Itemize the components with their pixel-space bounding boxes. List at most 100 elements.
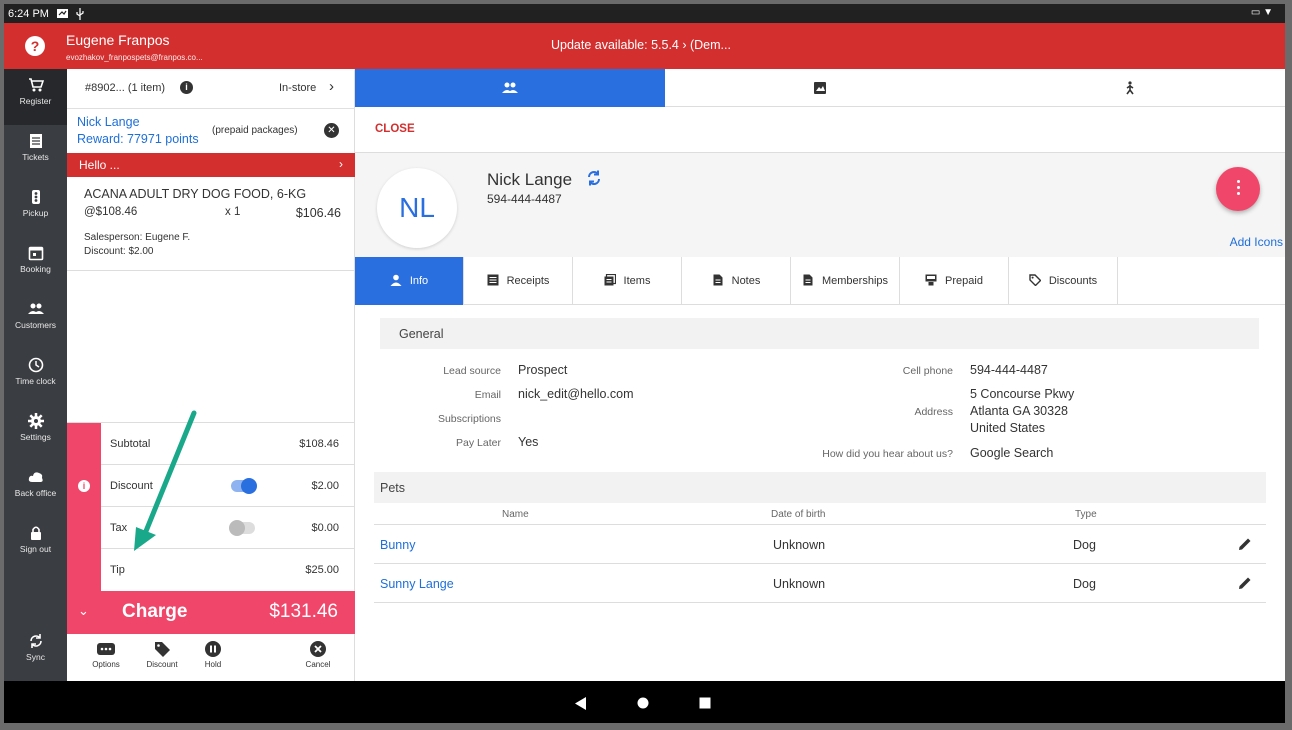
refresh-icon[interactable]	[586, 170, 602, 186]
pause-icon	[205, 641, 221, 657]
edit-pencil-icon[interactable]	[1238, 537, 1252, 551]
pet-type: Dog	[1073, 577, 1096, 591]
cancel-button[interactable]: Cancel	[295, 641, 341, 669]
nav-tickets[interactable]: Tickets	[4, 125, 67, 181]
hold-button[interactable]: Hold	[190, 641, 236, 669]
discount-button[interactable]: Discount	[139, 641, 185, 669]
tab-discounts[interactable]: Discounts	[1009, 257, 1118, 305]
tab-walk-in[interactable]	[975, 69, 1285, 107]
col-name: Name	[502, 509, 529, 520]
nav-label: Pickup	[22, 208, 49, 218]
subscriptions-label: Subscriptions	[437, 413, 501, 425]
options-button[interactable]: Options	[83, 641, 129, 669]
nav-settings[interactable]: Settings	[4, 405, 67, 461]
note-icon	[713, 274, 723, 286]
nav-booking[interactable]: Booking	[4, 237, 67, 293]
tab-memberships[interactable]: Memberships	[791, 257, 900, 305]
edit-pencil-icon[interactable]	[1238, 576, 1252, 590]
discount-toggle[interactable]	[231, 478, 257, 494]
chevron-right-icon[interactable]: ›	[329, 78, 334, 95]
wifi-battery-icon: ▭ ▼	[1250, 7, 1273, 18]
item-unit-price: @$108.46	[84, 206, 138, 218]
greeting-text: Hello ...	[79, 158, 120, 172]
tab-label: Discounts	[1048, 275, 1098, 287]
tag-icon	[1029, 274, 1041, 286]
tab-notes[interactable]: Notes	[682, 257, 791, 305]
cart-item[interactable]: ACANA ADULT DRY DOG FOOD, 6-KG @$108.46 …	[67, 177, 355, 271]
add-icons-link[interactable]: Add Icons	[1230, 235, 1283, 249]
nav-sync[interactable]: Sync	[4, 625, 67, 681]
email-label: Email	[474, 389, 501, 401]
nav-pickup[interactable]: Pickup	[4, 181, 67, 237]
customer-tabbar	[355, 69, 1285, 107]
hold-label: Hold	[204, 660, 222, 669]
tab-receipts[interactable]: Receipts	[464, 257, 573, 305]
pets-title: Pets	[380, 481, 406, 495]
tab-gallery[interactable]	[665, 69, 975, 107]
customer-phone: 594-444-4487	[487, 192, 562, 206]
lead-source-label: Lead source	[443, 365, 501, 377]
register-icon	[925, 274, 937, 286]
table-row[interactable]: Bunny Unknown Dog	[374, 525, 1266, 564]
heard-about-value: Google Search	[970, 446, 1054, 460]
tab-prepaid[interactable]: Prepaid	[900, 257, 1009, 305]
membership-icon	[803, 274, 813, 286]
people-icon	[502, 82, 518, 93]
nav-time-clock[interactable]: Time clock	[4, 349, 67, 405]
nav-customers[interactable]: Customers	[4, 293, 67, 349]
tip-row[interactable]: Tip $25.00	[101, 549, 355, 591]
info-icon[interactable]: i	[78, 480, 90, 492]
chevron-down-icon[interactable]: ⌄	[78, 603, 89, 619]
nav-register[interactable]: Register	[4, 69, 67, 125]
home-icon[interactable]	[637, 697, 649, 709]
customer-full-name: Nick Lange	[487, 170, 573, 189]
table-row[interactable]: Sunny Lange Unknown Dog	[374, 564, 1266, 603]
image-icon	[814, 82, 826, 94]
close-row: CLOSE	[355, 107, 1285, 153]
nav-label: Sign out	[19, 544, 52, 554]
more-options-button[interactable]	[1216, 167, 1260, 211]
general-section-header: General	[380, 318, 1259, 349]
sync-icon	[29, 634, 42, 648]
tab-customer[interactable]	[355, 69, 665, 107]
charge-button[interactable]: ⌄ Charge $131.46	[67, 591, 355, 634]
recents-icon[interactable]	[699, 697, 711, 709]
calendar-icon	[28, 246, 43, 261]
greeting-bar[interactable]: Hello ... ›	[67, 153, 355, 177]
update-available-link[interactable]: Update available: 5.5.4 › (Dem...	[551, 38, 731, 52]
cancel-label: Cancel	[305, 660, 331, 669]
help-icon[interactable]: ?	[25, 36, 45, 56]
item-total: $106.46	[295, 206, 341, 220]
traffic-light-icon	[31, 190, 40, 204]
close-button[interactable]: CLOSE	[375, 123, 415, 135]
tab-info[interactable]: Info	[355, 257, 464, 305]
tax-toggle[interactable]	[229, 520, 255, 536]
nav-back-office[interactable]: Back office	[4, 461, 67, 517]
order-header[interactable]: #8902... (1 item) i In-store ›	[67, 69, 355, 109]
remove-customer-icon[interactable]: ✕	[324, 123, 339, 138]
side-navigation: Register Tickets Pickup Booking Customer…	[4, 69, 67, 681]
options-icon	[97, 643, 115, 655]
user-name: Eugene Franpos	[66, 32, 170, 48]
discount-row: Discount $2.00	[101, 465, 355, 507]
info-icon[interactable]: i	[180, 81, 193, 94]
pet-name[interactable]: Sunny Lange	[380, 577, 454, 591]
cancel-icon	[310, 641, 326, 657]
pet-name[interactable]: Bunny	[380, 538, 415, 552]
nav-sign-out[interactable]: Sign out	[4, 517, 67, 573]
tab-items[interactable]: Items	[573, 257, 682, 305]
back-icon[interactable]	[575, 697, 587, 710]
app-header: ? Eugene Franpos evozhakov_franpospets@f…	[4, 23, 1285, 69]
tablet-screen: 6:24 PM ▭ ▼ ? Eugene Franpos evozhakov_f…	[4, 4, 1285, 723]
cart-panel: #8902... (1 item) i In-store › Nick Lang…	[67, 69, 355, 681]
person-icon	[390, 274, 402, 286]
order-id: #8902... (1 item)	[85, 82, 166, 94]
system-navigation-bar	[4, 681, 1285, 723]
customer-name[interactable]: Nick Lange	[77, 115, 140, 129]
tab-label: Receipts	[506, 275, 550, 287]
item-name: ACANA ADULT DRY DOG FOOD, 6-KG	[84, 187, 307, 201]
pet-dob: Unknown	[773, 538, 826, 552]
lock-icon	[30, 526, 41, 540]
item-quantity: x 1	[225, 206, 241, 218]
subtotal-label: Subtotal	[110, 438, 151, 450]
